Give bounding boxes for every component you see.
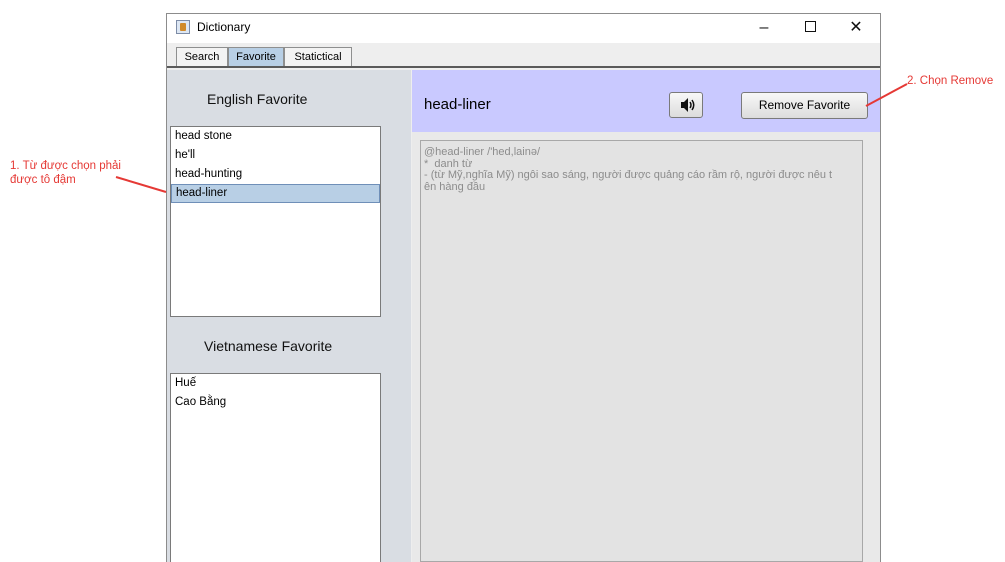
annotation-arrows (115, 83, 908, 193)
annotation-arrow-1 (115, 176, 167, 193)
annotation-arrow-2 (865, 83, 908, 107)
